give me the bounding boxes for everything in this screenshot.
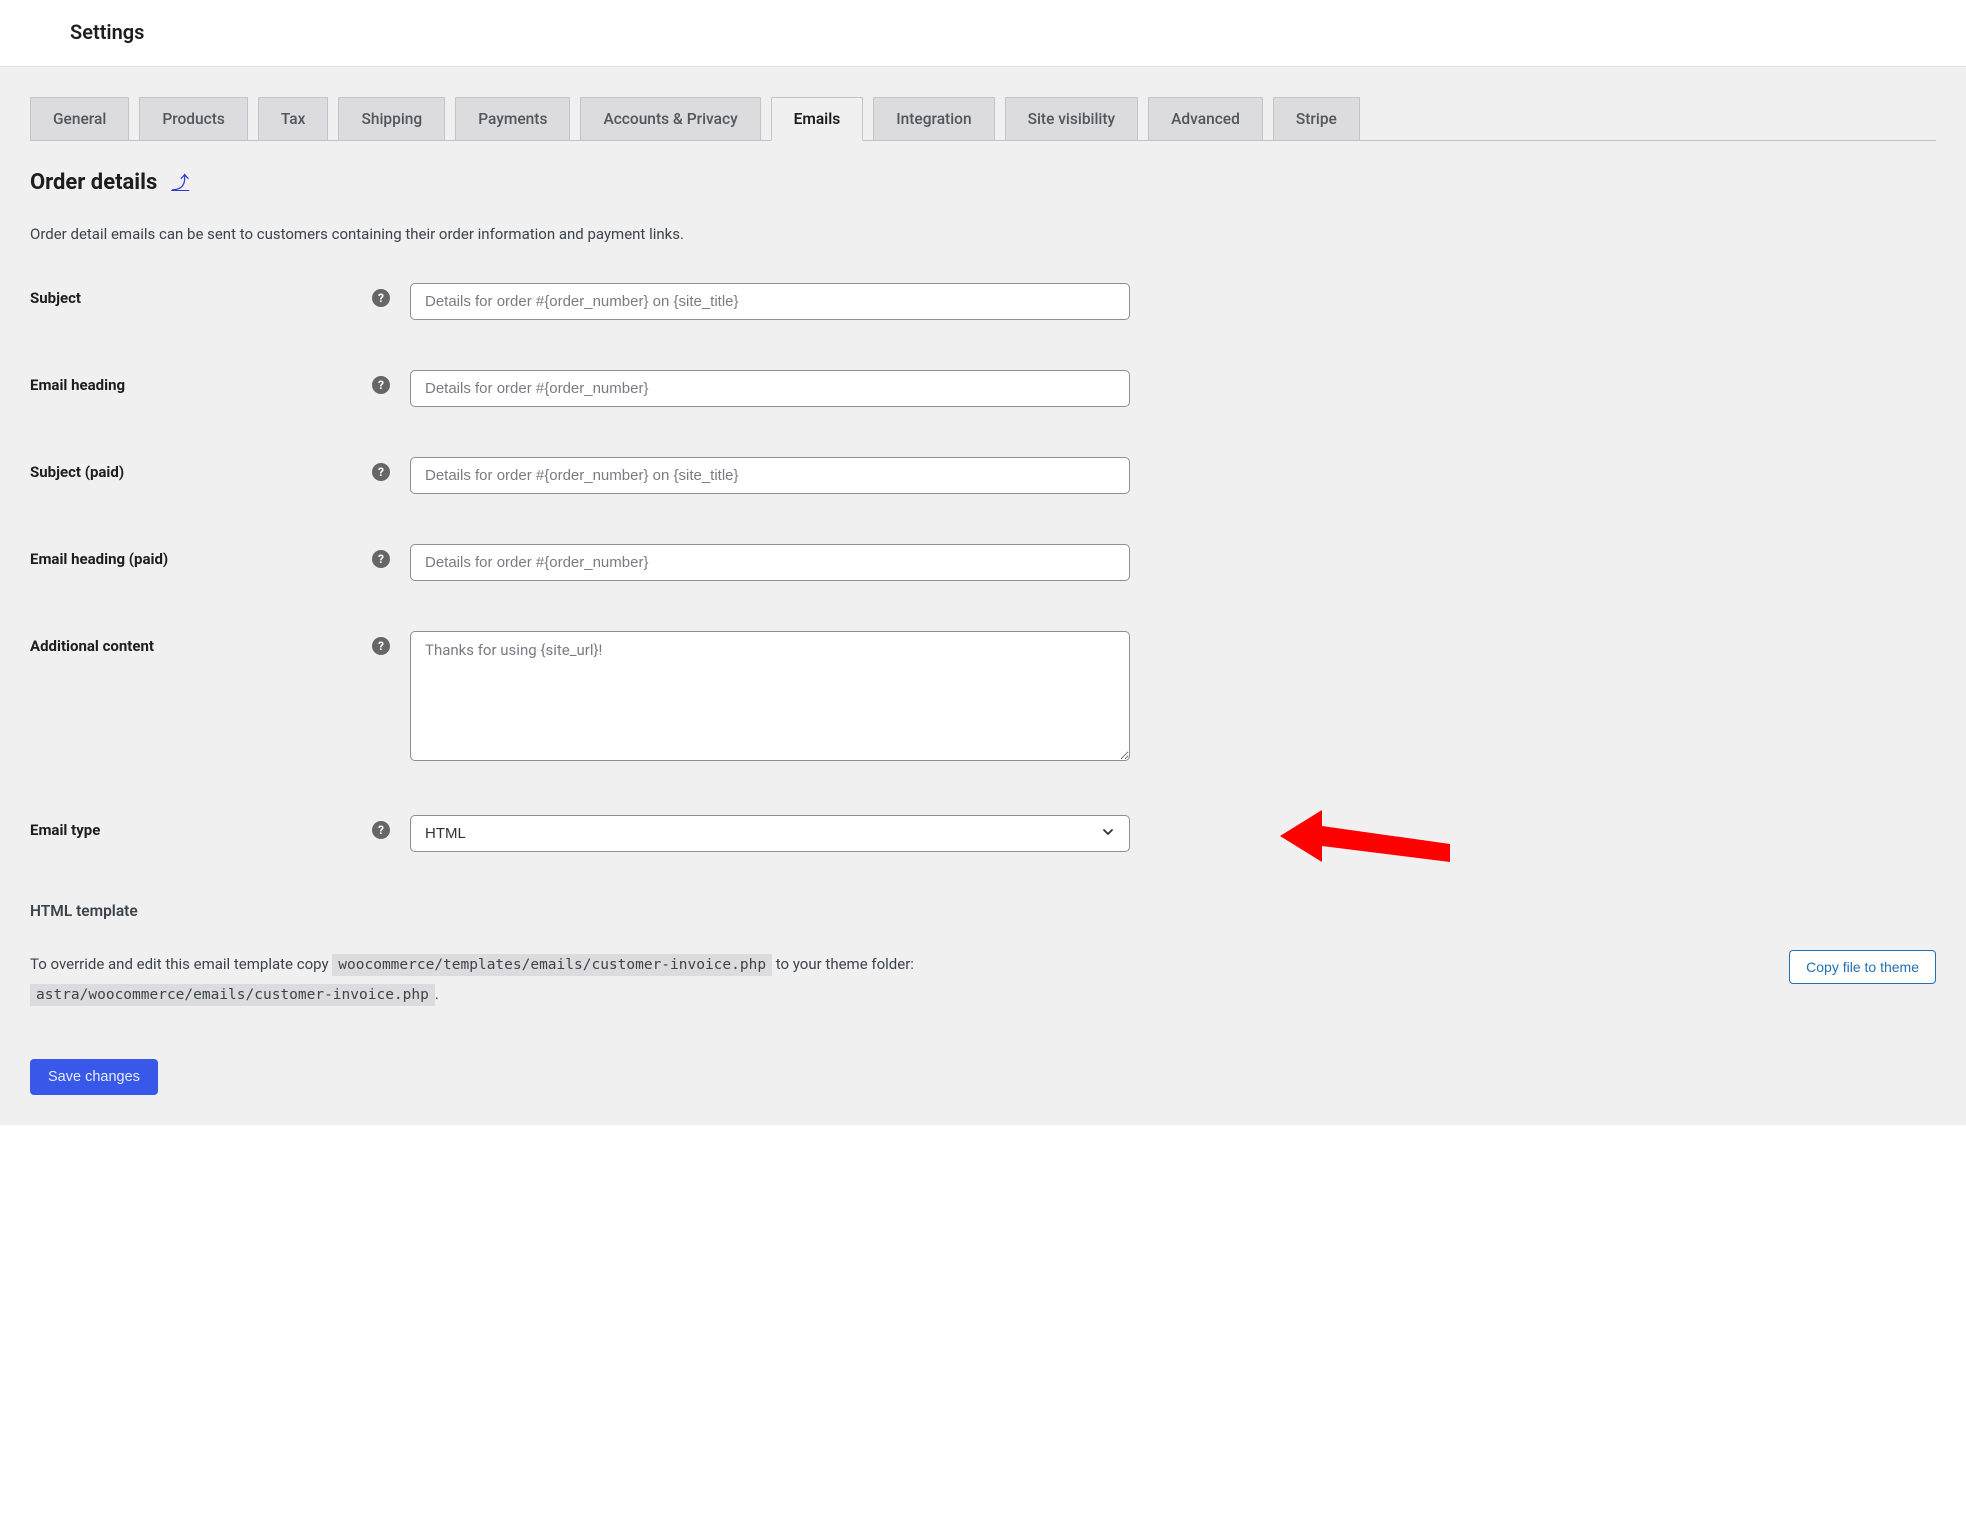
input-email-heading-paid[interactable] <box>410 544 1130 581</box>
copy-file-button[interactable]: Copy file to theme <box>1789 950 1936 984</box>
settings-tabs: General Products Tax Shipping Payments A… <box>30 67 1936 141</box>
label-subject: Subject <box>30 289 81 307</box>
row-email-heading-paid: Email heading (paid) ? <box>30 544 1936 581</box>
template-code-dest: astra/woocommerce/emails/customer-invoic… <box>30 984 435 1006</box>
help-icon[interactable]: ? <box>372 637 390 655</box>
page-title: Settings <box>70 20 1936 44</box>
row-subject: Subject ? <box>30 283 1936 320</box>
template-text-mid: to your theme folder: <box>772 955 914 973</box>
row-subject-paid: Subject (paid) ? <box>30 457 1936 494</box>
label-email-heading-paid: Email heading (paid) <box>30 550 168 568</box>
input-subject[interactable] <box>410 283 1130 320</box>
help-icon[interactable]: ? <box>372 289 390 307</box>
main-content: General Products Tax Shipping Payments A… <box>0 66 1966 1125</box>
label-additional-content: Additional content <box>30 637 154 655</box>
input-subject-paid[interactable] <box>410 457 1130 494</box>
tab-accounts-privacy[interactable]: Accounts & Privacy <box>580 97 760 140</box>
input-email-heading[interactable] <box>410 370 1130 407</box>
tab-emails[interactable]: Emails <box>771 97 864 141</box>
save-changes-button[interactable]: Save changes <box>30 1059 158 1095</box>
tab-advanced[interactable]: Advanced <box>1148 97 1263 140</box>
section-title: Order details <box>30 170 157 195</box>
label-email-type: Email type <box>30 821 100 839</box>
tab-integration[interactable]: Integration <box>873 97 994 140</box>
tab-site-visibility[interactable]: Site visibility <box>1005 97 1139 140</box>
row-email-type: Email type ? HTML <box>30 815 1936 852</box>
html-template-section: HTML template To override and edit this … <box>30 902 1936 1009</box>
label-subject-paid: Subject (paid) <box>30 463 124 481</box>
row-additional-content: Additional content ? <box>30 631 1936 765</box>
section-title-row: Order details ⤴ <box>30 169 1936 195</box>
settings-form: Subject ? Email heading ? Subject (p <box>30 283 1936 852</box>
select-email-type[interactable]: HTML <box>410 815 1130 852</box>
template-code-source: woocommerce/templates/emails/customer-in… <box>332 954 772 976</box>
tab-tax[interactable]: Tax <box>258 97 329 140</box>
section-description: Order detail emails can be sent to custo… <box>30 225 1936 243</box>
template-text-pre: To override and edit this email template… <box>30 955 332 973</box>
row-email-heading: Email heading ? <box>30 370 1936 407</box>
template-text: To override and edit this email template… <box>30 950 914 1009</box>
label-email-heading: Email heading <box>30 376 125 394</box>
template-title: HTML template <box>30 902 1936 920</box>
tab-shipping[interactable]: Shipping <box>338 97 445 140</box>
tab-products[interactable]: Products <box>139 97 248 140</box>
input-additional-content[interactable] <box>410 631 1130 761</box>
tab-payments[interactable]: Payments <box>455 97 570 140</box>
tab-stripe[interactable]: Stripe <box>1273 97 1360 140</box>
help-icon[interactable]: ? <box>372 463 390 481</box>
page-header: Settings <box>0 0 1966 66</box>
back-link-icon[interactable]: ⤴ <box>171 169 189 195</box>
template-text-post: . <box>435 985 439 1003</box>
help-icon[interactable]: ? <box>372 821 390 839</box>
help-icon[interactable]: ? <box>372 550 390 568</box>
help-icon[interactable]: ? <box>372 376 390 394</box>
tab-general[interactable]: General <box>30 97 129 140</box>
